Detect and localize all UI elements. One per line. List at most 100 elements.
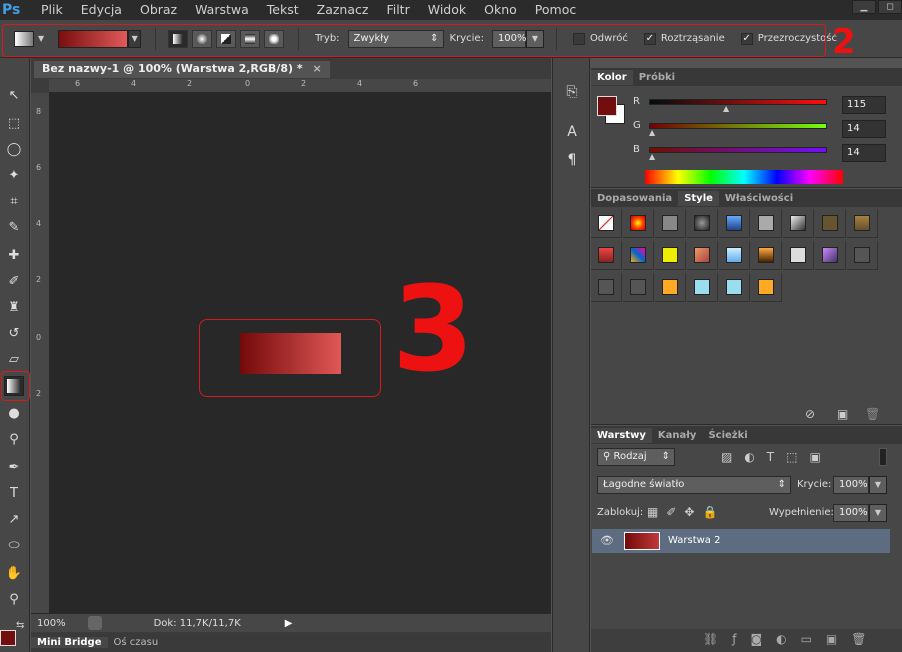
menu-obraz[interactable]: Obraz <box>131 0 186 20</box>
history-icon[interactable]: ⎘ <box>563 84 581 102</box>
style-swatch[interactable] <box>783 241 814 270</box>
zoom-level[interactable]: 100% <box>37 618 66 629</box>
style-swatch[interactable] <box>751 209 782 238</box>
menu-zaznacz[interactable]: Zaznacz <box>308 0 378 20</box>
tab-paths[interactable]: Ścieżki <box>702 428 753 443</box>
menu-widok[interactable]: Widok <box>419 0 475 20</box>
eye-icon[interactable]: 👁 <box>600 534 614 547</box>
history-brush-icon[interactable]: ↺ <box>4 324 24 344</box>
swap-colors-icon[interactable]: ⇆ <box>16 620 24 631</box>
green-slider[interactable]: G ▲ 14 <box>597 120 897 140</box>
minimize-icon[interactable]: ▁ <box>852 0 876 14</box>
menu-okno[interactable]: Okno <box>475 0 526 20</box>
style-swatch[interactable] <box>719 241 750 270</box>
layer-name[interactable]: Warstwa 2 <box>668 535 720 546</box>
magic-wand-icon[interactable]: ✦ <box>4 166 24 186</box>
hand-tool-icon[interactable]: ✋ <box>4 564 24 584</box>
crop-tool-icon[interactable]: ⌗ <box>4 192 24 212</box>
style-swatch[interactable] <box>591 209 622 238</box>
type-tool-icon[interactable]: T <box>4 484 24 504</box>
style-swatch[interactable] <box>623 209 654 238</box>
healing-brush-icon[interactable]: ✚ <box>4 246 24 266</box>
style-swatch[interactable] <box>815 209 846 238</box>
lasso-tool-icon[interactable]: ◯ <box>4 140 24 160</box>
style-swatch[interactable] <box>719 273 750 302</box>
layer-opacity-dropdown[interactable]: ▼ <box>869 476 887 494</box>
play-icon[interactable]: ▶ <box>285 618 293 629</box>
new-style-icon[interactable]: ▣ <box>837 407 848 421</box>
lock-icons[interactable]: ▦✐✥🔒 <box>647 505 725 519</box>
path-select-icon[interactable]: ↗ <box>4 510 24 530</box>
share-icon[interactable] <box>87 616 102 630</box>
eyedropper-icon[interactable]: ✎ <box>4 218 24 238</box>
color-spectrum[interactable] <box>645 170 843 184</box>
shape-tool-icon[interactable]: ⬭ <box>4 536 24 556</box>
tab-adjustments[interactable]: Dopasowania <box>591 191 678 206</box>
pen-tool-icon[interactable]: ✒ <box>4 458 24 478</box>
layer-actions[interactable]: ⛓ƒ◙◐▭▣🗑 <box>591 629 902 652</box>
menu-warstwa[interactable]: Warstwa <box>186 0 258 20</box>
red-value[interactable]: 115 <box>842 96 886 114</box>
brush-tool-icon[interactable]: ✐ <box>4 272 24 292</box>
document-tab[interactable]: Bez nazwy-1 @ 100% (Warstwa 2,RGB/8) * × <box>34 61 330 78</box>
layer-row[interactable]: 👁 Warstwa 2 <box>592 529 890 553</box>
blend-mode-select[interactable]: Łagodne światło ⇕ <box>597 476 791 494</box>
menu-bar: Ps Plik Edycja Obraz Warstwa Tekst Zazna… <box>0 0 902 20</box>
green-value[interactable]: 14 <box>842 120 886 138</box>
menu-pomoc[interactable]: Pomoc <box>526 0 585 20</box>
filter-toggle[interactable] <box>879 448 887 466</box>
trash-icon[interactable]: 🗑 <box>865 407 880 421</box>
tab-channels[interactable]: Kanały <box>652 428 703 443</box>
menu-edycja[interactable]: Edycja <box>72 0 131 20</box>
red-slider[interactable]: R ▲ 115 <box>597 96 897 116</box>
fg-color-swatch[interactable] <box>597 96 617 116</box>
fill-input[interactable]: 100% <box>833 504 869 522</box>
style-swatch[interactable] <box>815 241 846 270</box>
style-swatch[interactable] <box>687 241 718 270</box>
menu-filtr[interactable]: Filtr <box>377 0 418 20</box>
move-tool-icon[interactable]: ↖ <box>4 86 24 106</box>
tab-layers[interactable]: Warstwy <box>591 427 652 443</box>
style-swatch[interactable] <box>687 209 718 238</box>
style-swatch[interactable] <box>847 209 878 238</box>
maximize-icon[interactable]: ◻ <box>878 0 902 14</box>
style-swatch[interactable] <box>719 209 750 238</box>
close-icon[interactable]: × <box>312 62 321 75</box>
style-swatch[interactable] <box>591 273 622 302</box>
style-swatch[interactable] <box>655 273 686 302</box>
menu-tekst[interactable]: Tekst <box>258 0 308 20</box>
dodge-tool-icon[interactable]: ⚲ <box>4 430 24 450</box>
fill-dropdown[interactable]: ▼ <box>869 504 887 522</box>
tab-mini-bridge[interactable]: Mini Bridge <box>31 637 108 648</box>
style-swatch[interactable] <box>751 241 782 270</box>
layer-filter-select[interactable]: ⚲ Rodzaj ⇕ <box>597 448 675 466</box>
tab-timeline[interactable]: Oś czasu <box>108 637 165 648</box>
blue-value[interactable]: 14 <box>842 144 886 162</box>
layer-opacity-input[interactable]: 100% <box>833 476 869 494</box>
eraser-tool-icon[interactable]: ▱ <box>4 350 24 370</box>
style-swatch[interactable] <box>783 209 814 238</box>
tab-color[interactable]: Kolor <box>591 69 633 85</box>
style-swatch[interactable] <box>655 241 686 270</box>
character-icon[interactable]: A <box>563 124 581 142</box>
foreground-color-swatch[interactable] <box>0 630 16 646</box>
paragraph-icon[interactable]: ¶ <box>563 152 581 170</box>
marquee-tool-icon[interactable]: ⬚ <box>4 114 24 134</box>
style-swatch[interactable] <box>751 273 782 302</box>
style-swatch[interactable] <box>687 273 718 302</box>
tab-styles[interactable]: Style <box>678 190 719 206</box>
blue-slider[interactable]: B ▲ 14 <box>597 144 897 164</box>
tab-properties[interactable]: Właściwości <box>719 191 799 206</box>
filter-icons[interactable]: ▨◐T⬚▣ <box>721 450 833 464</box>
zoom-tool-icon[interactable]: ⚲ <box>4 590 24 610</box>
tab-swatches[interactable]: Próbki <box>633 70 681 85</box>
style-swatch[interactable] <box>623 241 654 270</box>
style-swatch[interactable] <box>655 209 686 238</box>
clear-style-icon[interactable]: ⊘ <box>805 407 815 421</box>
style-swatch[interactable] <box>623 273 654 302</box>
stamp-tool-icon[interactable]: ♜ <box>4 298 24 318</box>
menu-plik[interactable]: Plik <box>32 0 72 20</box>
style-swatch[interactable] <box>591 241 622 270</box>
blur-tool-icon[interactable]: ● <box>4 404 24 424</box>
style-swatch[interactable] <box>847 241 878 270</box>
